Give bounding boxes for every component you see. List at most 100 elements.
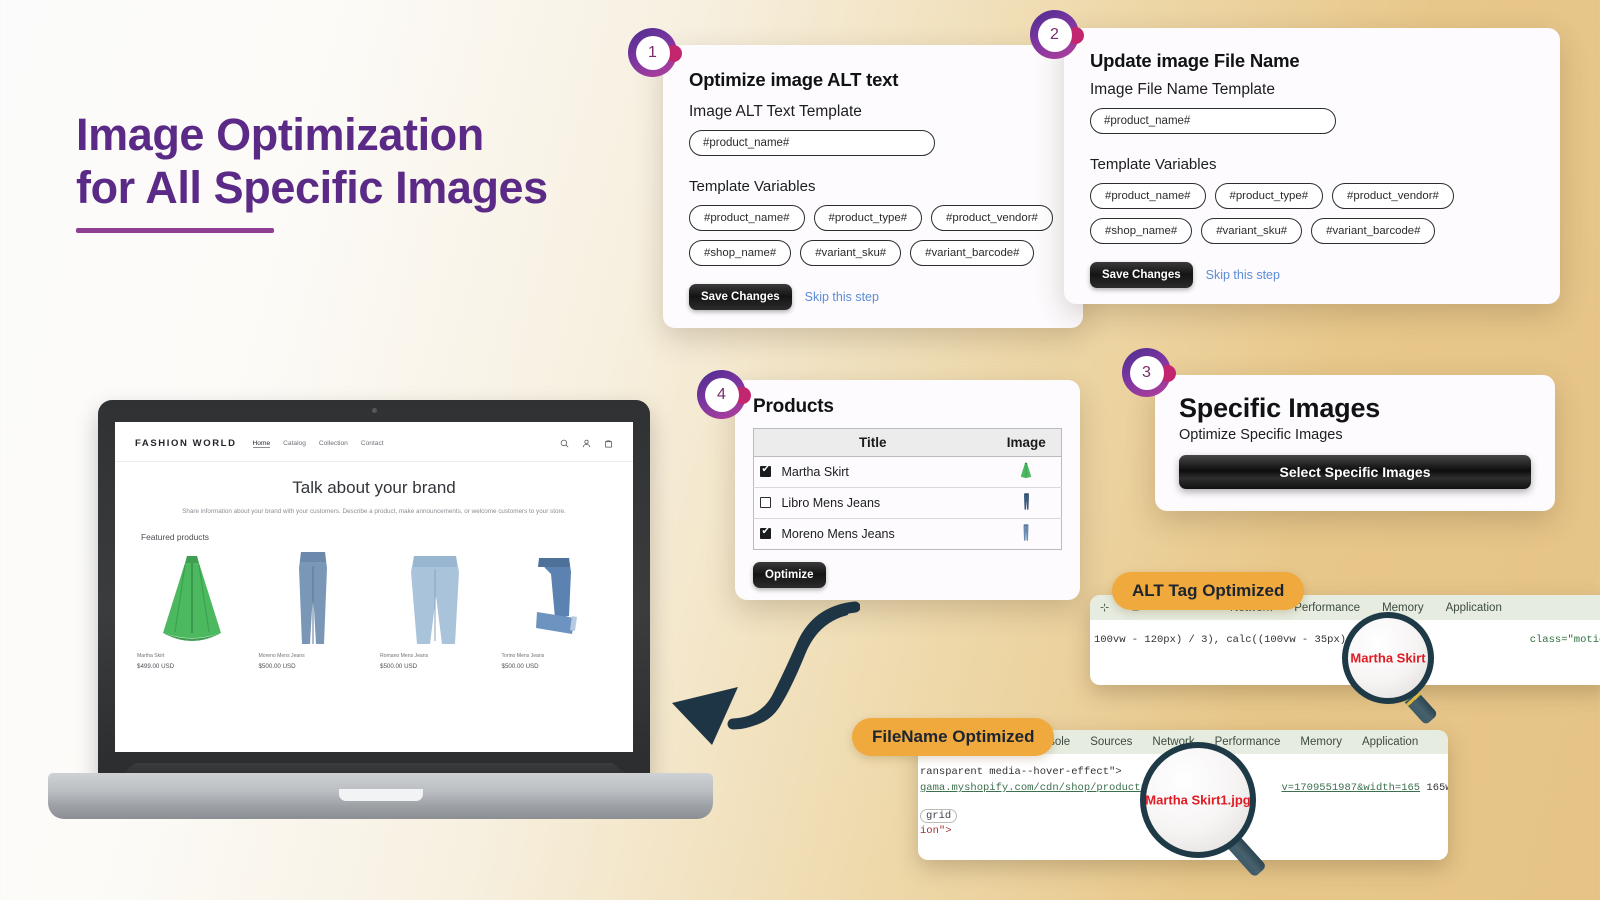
row-title-text: Libro Mens Jeans	[781, 496, 881, 510]
code-cdn-url-fragment[interactable]: gama.myshopify.com/cdn/shop/products	[920, 782, 1147, 794]
specific-images-subtitle: Optimize Specific Images	[1179, 427, 1343, 443]
row-thumb-jeans-dark	[991, 487, 1062, 519]
specific-images-title: Specific Images	[1179, 393, 1381, 423]
product-image-jeans-folded	[502, 548, 612, 646]
product-price: $499.00 USD	[137, 662, 175, 670]
variable-chip[interactable]: #variant_sku#	[800, 240, 902, 266]
nav-link-catalog[interactable]: Catalog	[283, 440, 306, 448]
product-card[interactable]: Moreno Mens Jeans $500.00 USD	[259, 548, 369, 670]
product-price: $500.00 USD	[380, 662, 418, 670]
table-header-row: Title Image	[753, 428, 1062, 457]
step-badge-2: 2	[1030, 10, 1084, 59]
step-badge-3: 3	[1122, 348, 1176, 397]
nav-link-home[interactable]: Home	[252, 440, 271, 448]
products-card: Products Title Image Martha Skirt	[735, 380, 1080, 600]
code-hover-effect-fragment: ransparent media--hover-effect">	[920, 766, 1122, 778]
skip-this-step-link[interactable]: Skip this step	[1206, 268, 1280, 282]
storefront-navbar: FASHION WORLD Home Catalog Collection Co…	[115, 422, 633, 462]
product-price: $500.00 USD	[258, 662, 296, 670]
featured-products-grid: Martha Skirt $499.00 USD Moreno Mens Jea…	[115, 542, 633, 670]
product-image-jeans-light	[380, 548, 490, 646]
variable-chip[interactable]: #product_vendor#	[931, 205, 1053, 231]
storefront-hero: Talk about your brand Share information …	[115, 462, 633, 526]
variable-chip[interactable]: #product_vendor#	[1332, 183, 1454, 209]
product-card[interactable]: Romano Mens Jeans $500.00 USD	[380, 548, 490, 670]
row-title-cell: Moreno Mens Jeans	[754, 519, 992, 550]
select-specific-images-button[interactable]: Select Specific Images	[1179, 455, 1531, 489]
variable-chip[interactable]: #product_type#	[813, 205, 923, 231]
code-width-descriptor: 165w,	[1426, 782, 1448, 794]
inspect-element-icon[interactable]: ⊹	[1100, 601, 1109, 614]
optimize-button[interactable]: Optimize	[753, 562, 826, 588]
row-checkbox[interactable]	[760, 464, 771, 477]
step-badge-1-number: 1	[635, 35, 670, 70]
skip-this-step-link[interactable]: Skip this step	[805, 290, 879, 304]
variable-chip[interactable]: #shop_name#	[1090, 218, 1193, 244]
nav-link-collection[interactable]: Collection	[319, 440, 348, 448]
row-checkbox[interactable]	[760, 526, 771, 539]
save-changes-button[interactable]: Save Changes	[1090, 262, 1193, 288]
column-header-title: Title	[753, 428, 992, 457]
laptop-lid: FASHION WORLD Home Catalog Collection Co…	[98, 400, 650, 782]
alt-variable-chips: #product_name# #product_type# #product_v…	[689, 205, 1057, 266]
product-card[interactable]: Torino Mens Jeans $500.00 USD	[502, 548, 612, 670]
code-class-attribute: class="motion-reduce"	[1529, 634, 1600, 646]
filename-optimized-ribbon: FileName Optimized	[852, 718, 1055, 756]
devtools-tab-sources[interactable]: Sources	[1090, 736, 1132, 748]
alt-template-input[interactable]: #product_name#	[689, 130, 935, 156]
file-card-actions: Save Changes Skip this step	[1090, 262, 1534, 288]
search-icon[interactable]	[560, 439, 569, 448]
page-title-line-1: Image Optimization	[76, 109, 484, 160]
code-grid-badge[interactable]: grid	[920, 809, 958, 823]
products-table: Title Image Martha Skirt Libro Mens Jean…	[753, 428, 1062, 550]
step-badge-2-number: 2	[1037, 17, 1072, 52]
laptop-mockup: FASHION WORLD Home Catalog Collection Co…	[48, 400, 713, 845]
file-variables-label: Template Variables	[1090, 156, 1217, 173]
nav-link-contact[interactable]: Contact	[361, 440, 384, 448]
storefront-body-text: Share information about your brand with …	[182, 508, 566, 515]
variable-chip[interactable]: #variant_barcode#	[910, 240, 1035, 266]
file-template-input[interactable]: #product_name#	[1090, 108, 1336, 134]
variable-chip[interactable]: #variant_barcode#	[1311, 218, 1436, 244]
storefront-nav-icons	[560, 439, 613, 448]
step-badge-4: 4	[697, 370, 751, 419]
storefront-brand: FASHION WORLD	[135, 438, 237, 449]
product-image-skirt	[137, 548, 247, 646]
variable-chip[interactable]: #product_type#	[1214, 183, 1324, 209]
product-name: Romano Mens Jeans	[380, 652, 429, 659]
product-card[interactable]: Martha Skirt $499.00 USD	[137, 548, 247, 670]
table-row[interactable]: Libro Mens Jeans	[753, 487, 1062, 519]
alt-card-actions: Save Changes Skip this step	[689, 284, 1057, 310]
table-row[interactable]: Martha Skirt	[753, 456, 1062, 488]
variable-chip[interactable]: #product_name#	[1090, 183, 1206, 209]
variable-chip[interactable]: #shop_name#	[689, 240, 792, 266]
table-row[interactable]: Moreno Mens Jeans	[754, 519, 1062, 550]
alt-tag-optimized-ribbon: ALT Tag Optimized	[1112, 572, 1305, 610]
variable-chip[interactable]: #variant_sku#	[1201, 218, 1303, 244]
variable-chip[interactable]: #product_name#	[689, 205, 805, 231]
magnifier-alt: Martha Skirt	[1340, 612, 1480, 742]
step-badge-1: 1	[628, 28, 682, 77]
laptop-base	[48, 773, 713, 819]
magnifier-glass-alt: Martha Skirt	[1342, 612, 1434, 704]
file-card-title: Update image File Name	[1090, 50, 1300, 71]
alt-card-title: Optimize image ALT text	[689, 69, 899, 90]
products-card-title: Products	[753, 396, 834, 417]
save-changes-button[interactable]: Save Changes	[689, 284, 792, 310]
row-title-cell: Libro Mens Jeans	[753, 487, 992, 519]
account-icon[interactable]	[582, 439, 591, 448]
column-header-image: Image	[991, 428, 1062, 457]
file-variable-chips: #product_name# #product_type# #product_v…	[1090, 183, 1534, 244]
cart-icon[interactable]	[604, 439, 613, 448]
page-title-line-2: for All Specific Images	[76, 162, 548, 214]
optimize-alt-text-card: Optimize image ALT text Image ALT Text T…	[663, 45, 1083, 328]
product-price: $500.00 USD	[501, 662, 539, 670]
row-checkbox[interactable]	[760, 497, 771, 508]
alt-variables-label: Template Variables	[689, 178, 816, 195]
row-title-text: Moreno Mens Jeans	[781, 527, 895, 541]
title-underline-rule	[76, 228, 274, 234]
magnifier-label-filename: Martha Skirt1.jpg	[1145, 792, 1251, 808]
curved-arrow-icon	[660, 595, 861, 755]
row-title-cell: Martha Skirt	[753, 456, 992, 488]
storefront-nav-links: Home Catalog Collection Contact	[252, 440, 384, 448]
